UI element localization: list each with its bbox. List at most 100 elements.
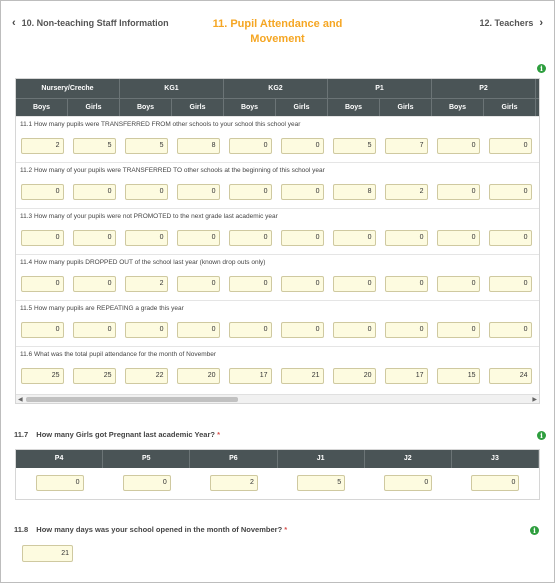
count-input[interactable]: 0	[124, 230, 168, 246]
gender-header: Girls	[380, 99, 432, 116]
count-input[interactable]: 0	[488, 184, 532, 200]
pregnancy-count-input[interactable]: 0	[384, 475, 433, 491]
input-cell: 8	[328, 184, 380, 200]
count-input[interactable]: 0	[176, 230, 220, 246]
count-input[interactable]: 0	[20, 276, 64, 292]
pregnancy-count-input[interactable]: 5	[297, 475, 346, 491]
next-section-link[interactable]: 12. Teachers ›	[479, 17, 543, 29]
count-input[interactable]: 0	[436, 230, 480, 246]
input-cell: 0	[120, 322, 172, 338]
count-input[interactable]: 0	[332, 276, 376, 292]
days-open-input[interactable]: 21	[22, 545, 73, 562]
count-input[interactable]: 0	[176, 322, 220, 338]
info-icon[interactable]: i	[530, 526, 539, 535]
count-input[interactable]: 0	[124, 322, 168, 338]
input-cell: 0	[120, 184, 172, 200]
count-input[interactable]: 15	[436, 368, 480, 384]
count-input[interactable]: 0	[20, 230, 64, 246]
count-input[interactable]: 20	[176, 368, 220, 384]
input-cell: 0	[276, 138, 328, 154]
info-icon[interactable]: i	[537, 64, 546, 73]
count-input[interactable]: 2	[384, 184, 428, 200]
count-input[interactable]: 8	[332, 184, 376, 200]
pregnancy-count-input[interactable]: 0	[122, 475, 171, 491]
count-input[interactable]: 5	[332, 138, 376, 154]
count-input[interactable]: 0	[332, 322, 376, 338]
pupil-movement-table: Nursery/Creche KG1 KG2 P1 P2 Boys Girls Boys Gi…	[15, 78, 540, 404]
count-input[interactable]: 0	[228, 322, 272, 338]
input-cell: 0	[224, 184, 276, 200]
count-input[interactable]: 22	[124, 368, 168, 384]
count-input[interactable]: 0	[176, 276, 220, 292]
question-label: 11.1 How many pupils were TRANSFERRED FR…	[20, 121, 301, 128]
count-input[interactable]: 0	[228, 276, 272, 292]
count-input[interactable]: 8	[176, 138, 220, 154]
count-input[interactable]: 0	[228, 138, 272, 154]
prev-section-link[interactable]: ‹ 10. Non-teaching Staff Information	[12, 17, 169, 29]
count-input[interactable]: 0	[280, 322, 324, 338]
count-input[interactable]: 17	[228, 368, 272, 384]
count-input[interactable]: 0	[384, 230, 428, 246]
count-input[interactable]: 21	[280, 368, 324, 384]
count-input[interactable]: 24	[488, 368, 532, 384]
chevron-left-icon: ‹	[12, 17, 16, 29]
count-input[interactable]: 0	[72, 276, 116, 292]
count-input[interactable]: 0	[72, 184, 116, 200]
pregnancy-count-input[interactable]: 0	[35, 475, 84, 491]
count-input[interactable]: 0	[20, 322, 64, 338]
count-input[interactable]: 0	[280, 138, 324, 154]
count-input[interactable]: 25	[72, 368, 116, 384]
input-cell: 8	[172, 138, 224, 154]
pregnancy-input-row: 0 0 2 5 0 0	[16, 475, 539, 491]
count-input[interactable]: 5	[124, 138, 168, 154]
count-input[interactable]: 0	[72, 230, 116, 246]
count-input[interactable]: 0	[436, 322, 480, 338]
pregnancy-count-input[interactable]: 2	[209, 475, 258, 491]
question-row: 11.4 How many pupils DROPPED OUT of the …	[16, 254, 539, 300]
count-input[interactable]: 0	[488, 276, 532, 292]
page-title-line1: 11. Pupil Attendance and	[212, 18, 343, 30]
count-input[interactable]: 20	[332, 368, 376, 384]
count-input[interactable]: 0	[436, 276, 480, 292]
horizontal-scrollbar[interactable]: ◀ ▶	[16, 394, 539, 403]
count-input[interactable]: 0	[436, 138, 480, 154]
count-input[interactable]: 0	[384, 322, 428, 338]
count-input[interactable]: 0	[280, 230, 324, 246]
count-input[interactable]: 0	[228, 184, 272, 200]
question-input-row: 25 25 22 20 17 21 20 17 15 24	[16, 368, 536, 384]
input-cell: 0	[484, 322, 536, 338]
scrollbar-thumb[interactable]	[26, 397, 238, 402]
scroll-right-arrow-icon[interactable]: ▶	[532, 396, 537, 403]
count-input[interactable]: 0	[176, 184, 220, 200]
count-input[interactable]: 0	[488, 230, 532, 246]
scroll-left-arrow-icon[interactable]: ◀	[18, 396, 23, 403]
count-input[interactable]: 0	[384, 276, 428, 292]
count-input[interactable]: 0	[488, 138, 532, 154]
info-icon[interactable]: i	[537, 431, 546, 440]
count-input[interactable]: 0	[20, 184, 64, 200]
count-input[interactable]: 2	[20, 138, 64, 154]
input-cell: 17	[380, 368, 432, 384]
count-input[interactable]: 0	[280, 184, 324, 200]
question-input-row: 0000000000	[16, 230, 536, 246]
pregnancy-count-input[interactable]: 0	[471, 475, 520, 491]
input-cell: 0	[224, 276, 276, 292]
input-cell: 0	[68, 322, 120, 338]
input-cell: 25	[68, 368, 120, 384]
count-input[interactable]: 0	[488, 322, 532, 338]
count-input[interactable]: 0	[436, 184, 480, 200]
input-cell: 0	[224, 322, 276, 338]
count-input[interactable]: 0	[124, 184, 168, 200]
count-input[interactable]: 0	[72, 322, 116, 338]
count-input[interactable]: 17	[384, 368, 428, 384]
input-cell: 0	[380, 230, 432, 246]
q118-label: How many days was your school opened in …	[36, 525, 283, 534]
count-input[interactable]: 2	[124, 276, 168, 292]
count-input[interactable]: 0	[332, 230, 376, 246]
count-input[interactable]: 25	[20, 368, 64, 384]
count-input[interactable]: 7	[384, 138, 428, 154]
count-input[interactable]: 0	[280, 276, 324, 292]
count-input[interactable]: 0	[228, 230, 272, 246]
count-input[interactable]: 5	[72, 138, 116, 154]
required-marker: *	[217, 430, 220, 439]
